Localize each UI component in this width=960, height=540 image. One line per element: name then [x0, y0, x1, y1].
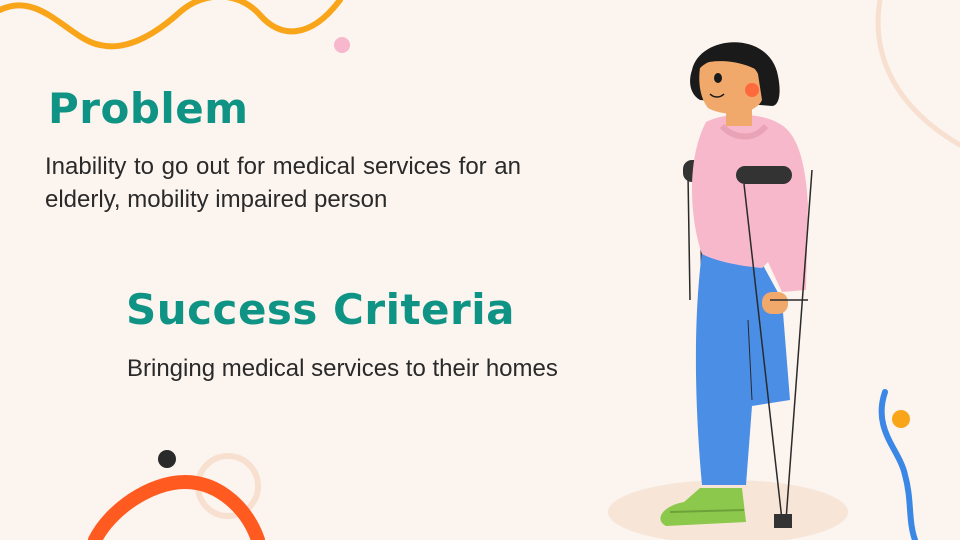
black-dot	[158, 450, 176, 468]
orange-squiggle	[0, 0, 343, 50]
pants	[695, 252, 790, 485]
problem-title: Problem	[48, 84, 249, 133]
hand	[762, 292, 788, 314]
crutch-right-pad	[736, 166, 792, 184]
slide: Problem Inability to go out for medical …	[0, 0, 960, 540]
person-on-crutches-illustration	[608, 42, 848, 540]
success-criteria-description: Bringing medical services to their homes	[127, 355, 558, 382]
success-criteria-title: Success Criteria	[126, 285, 515, 334]
cheek	[745, 83, 759, 97]
eye	[714, 73, 722, 83]
beige-arc-top-right	[875, 0, 960, 148]
crutch-tip	[774, 514, 792, 528]
problem-description: Inability to go out for medical services…	[45, 153, 521, 213]
orange-dot	[892, 410, 910, 428]
red-arc	[88, 474, 265, 540]
pink-dot	[334, 37, 350, 53]
